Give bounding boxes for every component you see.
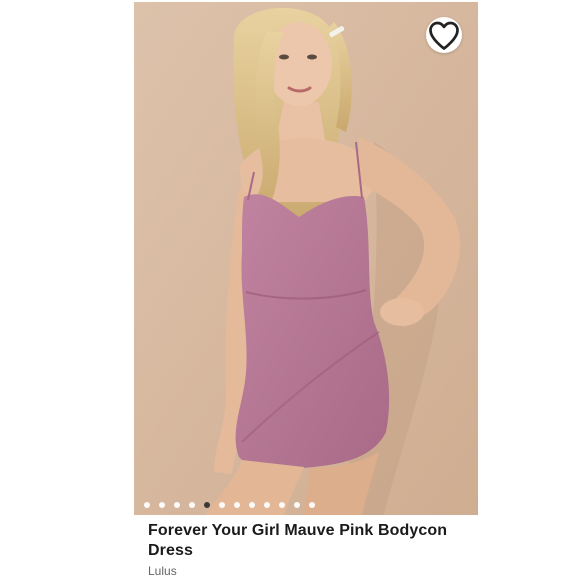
carousel-dot-active[interactable] [204,502,210,508]
product-photo[interactable] [134,2,478,515]
carousel-dot[interactable] [309,502,315,508]
carousel-indicators [134,499,478,511]
carousel-dot[interactable] [294,502,300,508]
carousel-dot[interactable] [279,502,285,508]
like-button[interactable] [426,17,462,53]
carousel-dot[interactable] [264,502,270,508]
carousel-dot[interactable] [189,502,195,508]
carousel-dot[interactable] [249,502,255,508]
model-illustration [134,2,478,515]
listing-card[interactable]: Forever Your Girl Mauve Pink Bodycon Dre… [134,0,478,580]
carousel-dot[interactable] [219,502,225,508]
listing-title[interactable]: Forever Your Girl Mauve Pink Bodycon Dre… [148,521,468,561]
heart-outline-icon [429,21,459,50]
carousel-dot[interactable] [144,502,150,508]
listing-brand[interactable]: Lulus [148,564,177,578]
carousel-dot[interactable] [234,502,240,508]
carousel-dot[interactable] [159,502,165,508]
carousel-dot[interactable] [174,502,180,508]
